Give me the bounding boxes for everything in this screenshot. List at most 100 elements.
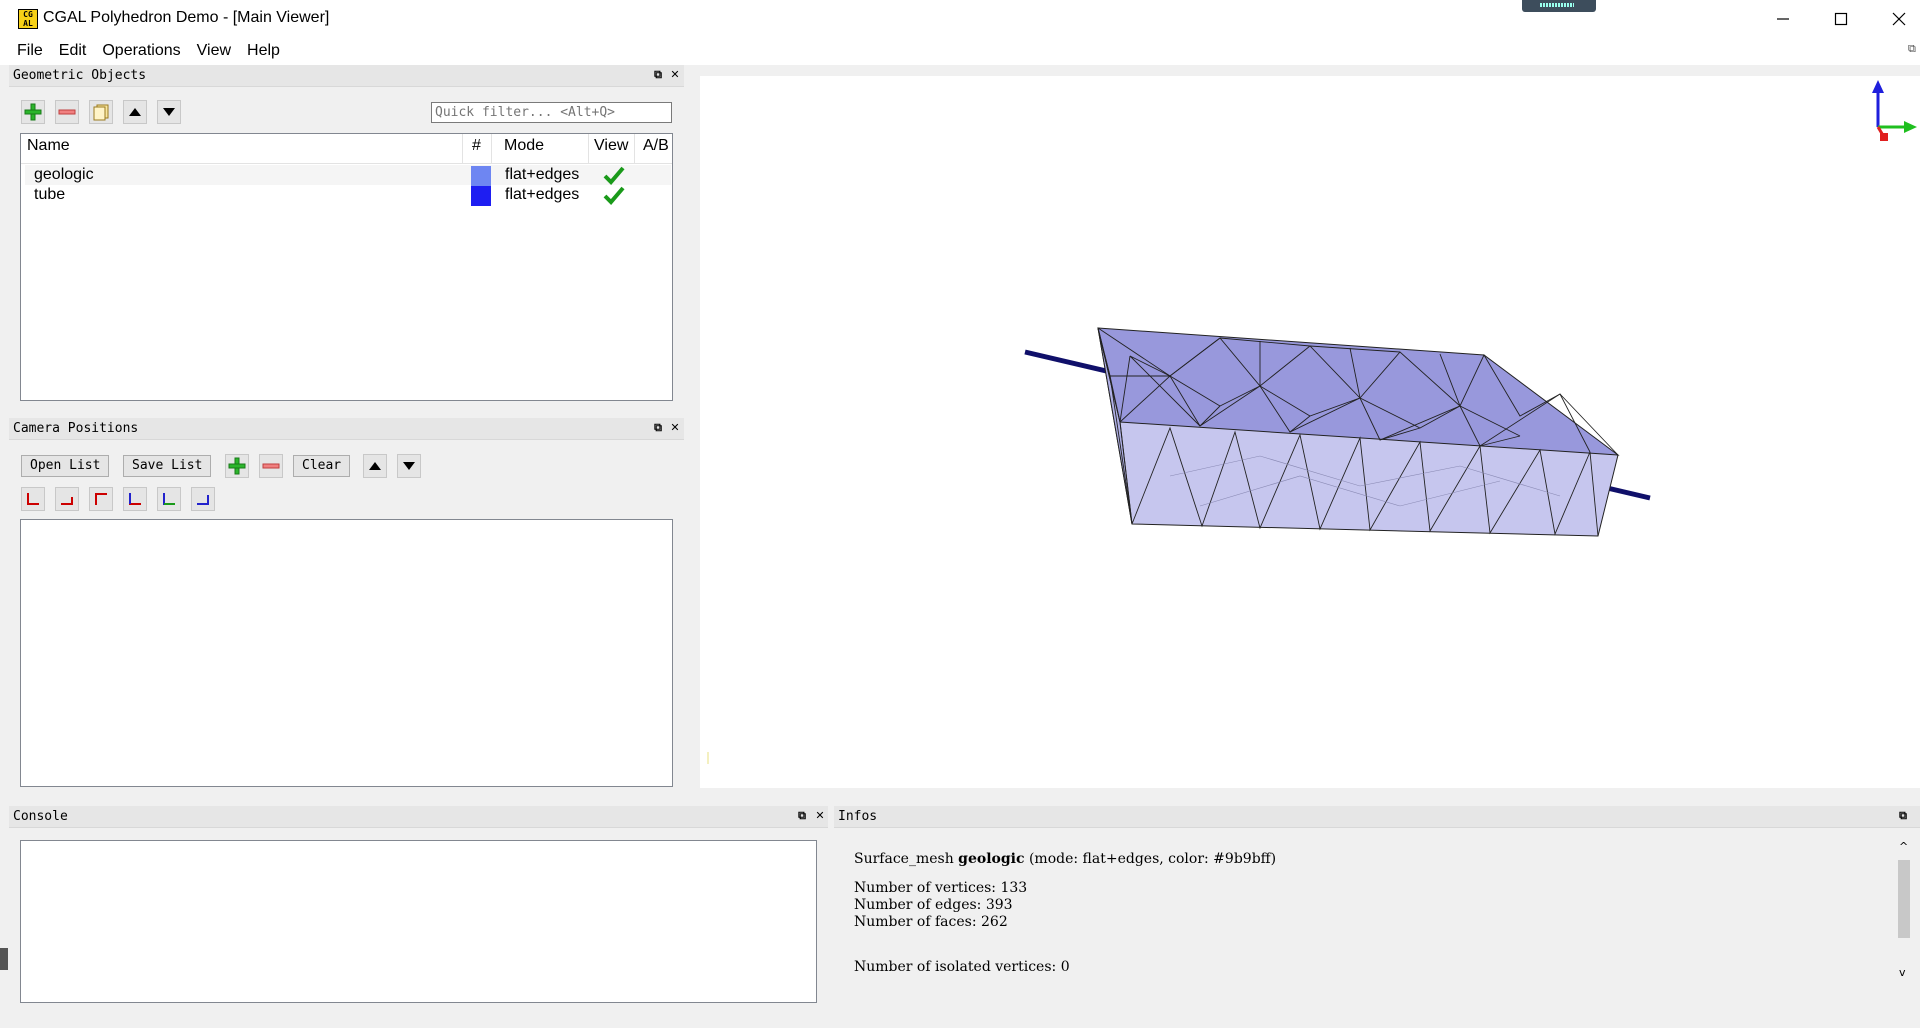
checkmark-icon[interactable] — [603, 165, 625, 185]
infos-mesh-line: Surface_mesh geologic (mode: flat+edges,… — [854, 851, 1276, 867]
column-separator — [491, 134, 492, 164]
dock-close-icon[interactable]: ✕ — [669, 422, 681, 434]
plus-icon — [24, 103, 42, 121]
menu-view[interactable]: View — [189, 38, 239, 65]
remove-camera-button[interactable] — [259, 454, 283, 478]
scroll-up-icon[interactable]: ^ — [1899, 840, 1908, 853]
camera-positions-list[interactable] — [20, 519, 673, 787]
infos-edges: Number of edges: 393 — [854, 897, 1013, 913]
axis-gizmo — [1872, 80, 1917, 141]
window-title: CGAL Polyhedron Demo - [Main Viewer] — [43, 9, 330, 26]
camera-move-up-button[interactable] — [363, 454, 387, 478]
close-window-button[interactable] — [1870, 0, 1920, 38]
right-view-button[interactable] — [191, 487, 215, 511]
move-down-button[interactable] — [157, 100, 181, 124]
main-3d-viewer[interactable] — [700, 76, 1920, 788]
duplicate-icon — [93, 104, 109, 121]
clear-button[interactable]: Clear — [293, 455, 351, 477]
row-mode[interactable]: flat+edges — [505, 186, 579, 204]
arrow-down-icon — [403, 462, 415, 470]
add-object-button[interactable] — [21, 100, 45, 124]
column-separator — [462, 134, 463, 164]
dock-float-icon[interactable]: ⧉ — [652, 422, 664, 434]
dock-close-icon[interactable]: ✕ — [814, 810, 826, 822]
close-icon — [1892, 12, 1906, 26]
add-camera-button[interactable] — [225, 454, 249, 478]
view-back-icon — [61, 497, 73, 505]
column-header-mode[interactable]: Mode — [504, 137, 544, 155]
camera-positions-title: Camera Positions — [13, 421, 139, 436]
title-bar: CG AL CGAL Polyhedron Demo - [Main Viewe… — [0, 0, 1920, 38]
geometric-objects-title: Geometric Objects — [13, 68, 147, 83]
menu-operations[interactable]: Operations — [94, 38, 188, 65]
geometric-objects-dock-title: Geometric Objects ⧉ ✕ — [9, 65, 684, 87]
row-mode[interactable]: flat+edges — [505, 166, 579, 184]
x-axis-arrow — [1880, 133, 1888, 141]
duplicate-object-button[interactable] — [89, 100, 113, 124]
cgal-app-icon: CG AL — [18, 9, 38, 29]
maximize-button[interactable] — [1812, 0, 1870, 38]
column-header-ab[interactable]: A/B — [643, 137, 669, 155]
dock-float-icon[interactable]: ⧉ — [796, 810, 808, 822]
mesh-render[interactable] — [700, 76, 1920, 788]
dock-close-icon[interactable]: ✕ — [669, 69, 681, 81]
column-header-view[interactable]: View — [594, 137, 628, 155]
infos-dock-title: Infos ⧉ — [834, 806, 1920, 828]
color-swatch[interactable] — [471, 166, 491, 186]
toolbar-overflow-icon[interactable]: ⧉ — [1908, 42, 1920, 56]
top-view-button[interactable] — [89, 487, 113, 511]
minimize-button[interactable] — [1754, 0, 1812, 38]
dock-float-icon[interactable]: ⧉ — [1897, 810, 1909, 822]
arrow-down-icon — [163, 108, 175, 116]
checkmark-icon[interactable] — [603, 185, 625, 205]
remove-object-button[interactable] — [55, 100, 79, 124]
infos-faces: Number of faces: 262 — [854, 914, 1008, 930]
scrollbar-thumb[interactable] — [1898, 860, 1910, 938]
camera-move-down-button[interactable] — [397, 454, 421, 478]
view-top-icon — [95, 493, 107, 505]
minimize-icon — [1777, 18, 1789, 20]
console-output[interactable] — [20, 840, 817, 1003]
table-row[interactable]: geologic flat+edges — [25, 165, 671, 186]
column-separator — [588, 134, 589, 164]
infos-scrollbar[interactable]: ^ v — [1896, 840, 1912, 984]
menu-help[interactable]: Help — [239, 38, 288, 65]
bottom-view-button[interactable] — [123, 487, 147, 511]
maximize-icon — [1834, 12, 1848, 26]
y-axis-arrow — [1904, 121, 1917, 133]
app-icon-text-top: CG — [23, 10, 33, 19]
menu-edit[interactable]: Edit — [51, 38, 95, 65]
menu-bar: File Edit Operations View Help — [0, 38, 1920, 65]
minus-icon — [262, 463, 280, 469]
row-name: geologic — [34, 166, 94, 183]
view-bottom-icon — [129, 493, 141, 505]
geometric-objects-table: Name # Mode View A/B geologic flat+edges… — [20, 133, 673, 401]
quick-filter-input[interactable] — [431, 102, 672, 123]
column-header-color[interactable]: # — [472, 137, 481, 155]
menu-file[interactable]: File — [9, 38, 51, 65]
open-list-button[interactable]: Open List — [21, 455, 110, 477]
scroll-down-icon[interactable]: v — [1899, 966, 1906, 979]
dock-float-icon[interactable]: ⧉ — [652, 69, 664, 81]
left-view-button[interactable] — [157, 487, 181, 511]
view-right-icon — [197, 495, 209, 505]
minus-icon — [58, 109, 76, 115]
column-separator — [634, 134, 635, 164]
color-swatch[interactable] — [471, 186, 491, 206]
z-axis-arrow — [1872, 80, 1884, 93]
window-edge-marker — [0, 948, 8, 970]
console-title: Console — [13, 809, 68, 824]
front-view-button[interactable] — [21, 487, 45, 511]
table-header: Name # Mode View A/B — [21, 134, 672, 164]
back-view-button[interactable] — [55, 487, 79, 511]
plus-icon — [228, 457, 246, 475]
app-icon-text-bottom: AL — [23, 19, 33, 28]
column-header-name[interactable]: Name — [27, 137, 70, 155]
move-up-button[interactable] — [123, 100, 147, 124]
table-row[interactable]: tube flat+edges — [25, 185, 671, 206]
save-list-button[interactable]: Save List — [123, 455, 212, 477]
console-dock-title: Console ⧉ ✕ — [9, 806, 828, 828]
view-front-icon — [27, 493, 39, 505]
arrow-up-icon — [369, 462, 381, 470]
row-name: tube — [34, 186, 66, 203]
